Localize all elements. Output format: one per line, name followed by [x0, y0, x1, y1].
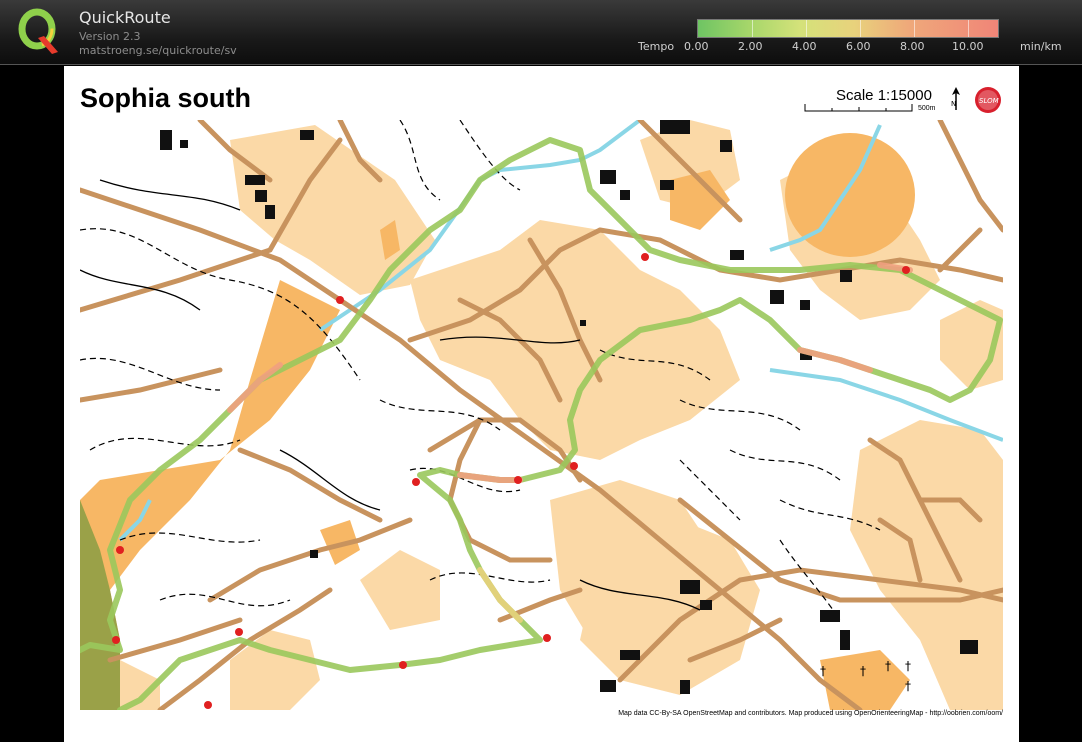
app-header: QuickRoute Version 2.3 matstroeng.se/qui…	[0, 0, 1082, 65]
tempo-tick-8: 8.00	[900, 40, 925, 53]
svg-text:†: †	[885, 659, 891, 673]
tempo-tick-2: 2.00	[738, 40, 763, 53]
map-sheet[interactable]: Sophia south Scale 1:15000 500m N SLOM †…	[64, 66, 1019, 742]
map-title: Sophia south	[80, 83, 251, 113]
north-arrow-icon: N	[951, 87, 960, 110]
quickroute-logo-icon	[18, 8, 58, 54]
orienteering-map[interactable]: † † † † †	[80, 120, 1003, 710]
tempo-tick-10: 10.00	[952, 40, 984, 53]
svg-text:†: †	[905, 659, 911, 673]
club-logo-icon: SLOM	[975, 87, 1001, 113]
club-logo-text: SLOM	[979, 97, 999, 105]
app-version: Version 2.3	[79, 30, 141, 43]
map-credit: Map data CC-By-SA OpenStreetMap and cont…	[618, 710, 1003, 717]
svg-text:†: †	[820, 664, 826, 678]
tempo-tick-6: 6.00	[846, 40, 871, 53]
map-graphic: † † † † †	[80, 120, 1003, 710]
scale-bar-icon	[804, 104, 913, 112]
north-label: N	[951, 100, 956, 108]
map-scale: Scale 1:15000	[836, 87, 932, 104]
tempo-tick-4: 4.00	[792, 40, 817, 53]
tempo-tick-0: 0.00	[684, 40, 709, 53]
tempo-unit: min/km	[1020, 40, 1062, 53]
scale-unit: 500m	[918, 105, 936, 112]
tempo-label: Tempo	[638, 40, 675, 53]
app-name: QuickRoute	[79, 8, 171, 27]
svg-text:†: †	[860, 664, 866, 678]
app-url[interactable]: matstroeng.se/quickroute/sv	[79, 44, 237, 57]
tempo-color-legend	[697, 19, 999, 38]
svg-text:†: †	[905, 679, 911, 693]
